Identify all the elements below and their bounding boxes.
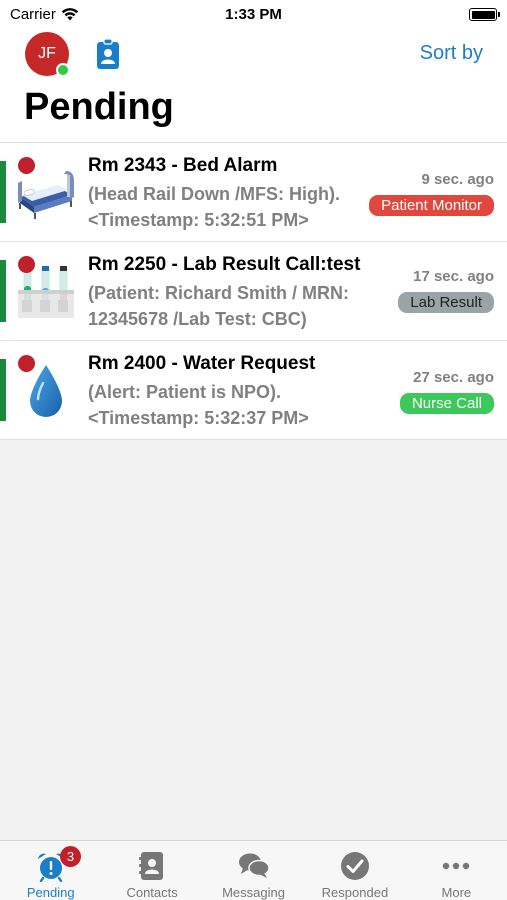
unread-dot [18, 157, 35, 174]
alert-title: Rm 2343 - Bed Alarm [88, 155, 278, 176]
unread-dot [18, 256, 35, 273]
alert-age: 9 sec. ago [421, 171, 494, 188]
status-bar: Carrier 1:33 PM [0, 0, 507, 30]
tab-label: Responded [321, 885, 389, 900]
battery-icon [469, 8, 500, 21]
priority-bar [0, 161, 6, 223]
presence-online-indicator [56, 63, 70, 77]
pending-count-badge: 3 [60, 846, 81, 867]
alert-title: Rm 2400 - Water Request [88, 353, 316, 374]
checkmark-circle-icon [340, 852, 369, 880]
category-badge: Nurse Call [399, 393, 494, 414]
id-badge-icon[interactable] [95, 38, 121, 70]
chat-bubbles-icon [238, 853, 270, 878]
alert-title: Rm 2250 - Lab Result Call:test [88, 254, 361, 275]
user-avatar[interactable]: JF [25, 32, 70, 77]
contacts-book-icon [139, 852, 164, 880]
tab-label: Contacts [126, 885, 178, 900]
alert-detail: (Patient: Richard Smith / MRN: 12345678 … [88, 283, 350, 329]
tab-more[interactable]: More [406, 841, 507, 900]
tab-pending[interactable]: 3 Pending [0, 841, 101, 900]
tab-label: Messaging [222, 885, 285, 900]
priority-bar [0, 359, 6, 421]
alert-detail: (Alert: Patient is NPO). <Timestamp: 5:3… [88, 382, 309, 428]
category-badge: Patient Monitor [369, 195, 494, 216]
tab-bar: 3 Pending Contacts Messaging Responded M… [0, 840, 507, 900]
alert-row[interactable]: Rm 2250 - Lab Result Call:test (Patient:… [0, 242, 507, 341]
alert-row[interactable]: Rm 2343 - Bed Alarm (Head Rail Down /MFS… [0, 143, 507, 242]
sort-by-button[interactable]: Sort by [420, 42, 483, 65]
alert-list: Rm 2343 - Bed Alarm (Head Rail Down /MFS… [0, 143, 507, 440]
tab-label: More [441, 885, 472, 900]
alert-row[interactable]: Rm 2400 - Water Request (Alert: Patient … [0, 341, 507, 440]
page-title: Pending [24, 86, 174, 128]
priority-bar [0, 260, 6, 322]
category-badge: Lab Result [398, 292, 494, 313]
tab-messaging[interactable]: Messaging [203, 841, 304, 900]
header: JF Sort by Pending [0, 30, 507, 143]
alert-age: 27 sec. ago [413, 369, 494, 386]
ellipsis-icon [443, 862, 470, 870]
tab-contacts[interactable]: Contacts [101, 841, 202, 900]
clock-time: 1:33 PM [225, 6, 282, 23]
alert-age: 17 sec. ago [413, 268, 494, 285]
unread-dot [18, 355, 35, 372]
alert-detail: (Head Rail Down /MFS: High). <Timestamp:… [88, 184, 340, 230]
avatar-initials: JF [38, 45, 56, 62]
tab-responded[interactable]: Responded [304, 841, 405, 900]
tab-label: Pending [26, 885, 75, 900]
